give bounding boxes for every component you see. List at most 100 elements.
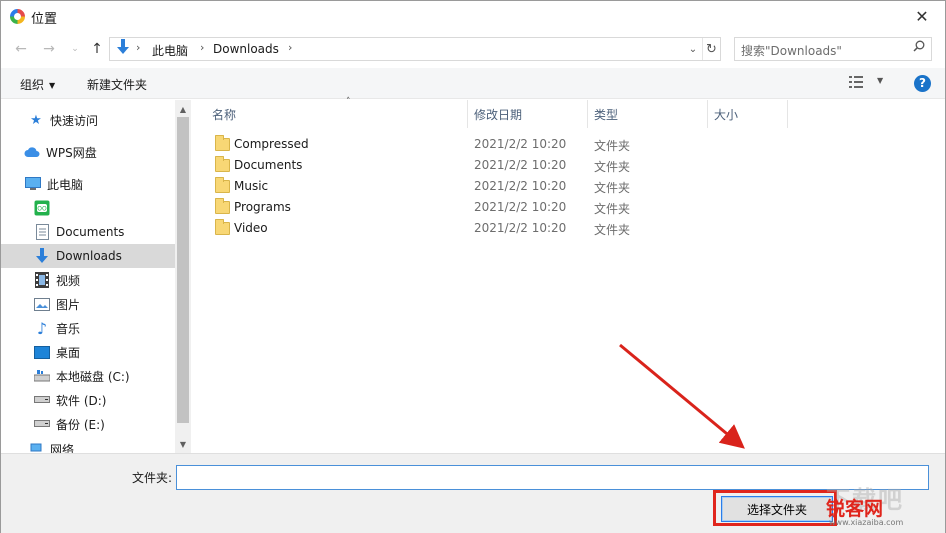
desktop-icon (34, 344, 50, 360)
breadcrumb-separator-icon[interactable]: › (288, 41, 292, 54)
file-type: 文件夹 (594, 223, 631, 237)
navigation-pane: ★ 快速访问 WPS网盘 此电脑 OO Documents Downloads … (1, 100, 191, 453)
sidebar-item-music[interactable]: ♪ 音乐 (1, 316, 175, 340)
file-type: 文件夹 (594, 181, 631, 195)
back-arrow-icon[interactable]: ← (11, 39, 31, 59)
sidebar-item-label: 快速访问 (50, 113, 99, 128)
watermark-brand: 锐客网 (826, 498, 884, 520)
sidebar-item-label: 图片 (56, 297, 81, 312)
sidebar-item-drive-c[interactable]: 本地磁盘 (C:) (1, 364, 175, 388)
sidebar-scrollbar[interactable]: ▲ ▼ (175, 100, 191, 453)
sort-ascending-icon: ˄ (346, 97, 351, 107)
sidebar-item-label: 此电脑 (47, 177, 84, 192)
sidebar-item-drive-e[interactable]: 备份 (E:) (1, 412, 175, 436)
breadcrumb-separator-icon[interactable]: › (136, 41, 140, 54)
sidebar-item-label: 软件 (D:) (56, 393, 107, 408)
sidebar-item-this-pc[interactable]: 此电脑 (1, 172, 175, 196)
column-header-name[interactable]: ˄ 名称 (206, 97, 468, 128)
table-row[interactable]: Compressed 2021/2/2 10:20 文件夹 (211, 134, 811, 155)
sidebar-item-label: Documents (56, 225, 125, 239)
caret-down-icon[interactable]: ▼ (877, 76, 883, 85)
sidebar-item-label: WPS网盘 (46, 145, 97, 160)
column-header-size[interactable]: 大小 (708, 100, 788, 128)
sidebar-item-documents[interactable]: Documents (1, 220, 175, 244)
recent-locations-chevron-icon[interactable]: ⌄ (65, 39, 85, 59)
title-bar: 位置 ✕ (1, 1, 945, 32)
close-button[interactable]: ✕ (899, 1, 945, 32)
column-header-label: 类型 (594, 107, 619, 122)
table-row[interactable]: Programs 2021/2/2 10:20 文件夹 (211, 197, 811, 218)
sidebar-item-downloads[interactable]: Downloads (1, 244, 175, 268)
app-green-icon: OO (34, 200, 50, 216)
file-list: ˄ 名称 修改日期 类型 大小 Compressed 2021/2/2 10:2… (191, 97, 945, 453)
table-row[interactable]: Video 2021/2/2 10:20 文件夹 (211, 218, 811, 239)
up-arrow-icon[interactable]: ↑ (87, 39, 107, 59)
file-type: 文件夹 (594, 160, 631, 174)
sidebar-item-app[interactable]: OO (1, 196, 175, 220)
bottom-panel: 文件夹: 选择文件夹 (1, 453, 945, 533)
sidebar-item-pictures[interactable]: 图片 (1, 292, 175, 316)
sidebar-item-label: 网络 (50, 442, 75, 454)
file-type: 文件夹 (594, 139, 631, 153)
folder-icon (215, 219, 230, 235)
new-folder-button[interactable]: 新建文件夹 (87, 76, 147, 93)
network-icon (28, 441, 44, 453)
folder-icon (215, 177, 230, 193)
app-logo-icon (10, 9, 25, 24)
address-bar[interactable]: › 此电脑 › Downloads › ⌄ ↻ (109, 37, 721, 61)
table-row[interactable]: Documents 2021/2/2 10:20 文件夹 (211, 155, 811, 176)
table-row[interactable]: Music 2021/2/2 10:20 文件夹 (211, 176, 811, 197)
breadcrumb-separator-icon[interactable]: › (200, 41, 204, 54)
drive-icon (34, 416, 50, 432)
column-header-label: 修改日期 (474, 107, 523, 122)
sidebar-item-videos[interactable]: 视频 (1, 268, 175, 292)
scroll-down-icon[interactable]: ▼ (175, 436, 191, 452)
sidebar-item-drive-d[interactable]: 软件 (D:) (1, 388, 175, 412)
sidebar-item-label: Downloads (56, 249, 122, 263)
column-header-label: 大小 (714, 107, 739, 122)
organize-menu-button[interactable]: 组织 ▼ (20, 76, 55, 93)
column-header-type[interactable]: 类型 (588, 100, 708, 128)
sidebar-item-label: 桌面 (56, 345, 81, 360)
select-folder-button[interactable]: 选择文件夹 (721, 496, 833, 522)
forward-arrow-icon[interactable]: → (39, 39, 59, 59)
download-icon (34, 248, 50, 264)
scrollbar-thumb[interactable] (177, 117, 189, 423)
breadcrumb-this-pc[interactable]: 此电脑 (152, 42, 188, 59)
sidebar-item-label: 视频 (56, 273, 81, 288)
sidebar-item-network[interactable]: 网络 (1, 441, 175, 453)
file-name: Music (234, 179, 269, 193)
sidebar-item-label: 备份 (E:) (56, 417, 105, 432)
file-name: Documents (234, 158, 303, 172)
svg-text:OO: OO (37, 206, 47, 213)
column-header-date[interactable]: 修改日期 (468, 100, 588, 128)
change-view-button[interactable]: ▼ (849, 75, 889, 93)
file-name: Programs (234, 200, 291, 214)
file-date: 2021/2/2 10:20 (474, 158, 567, 172)
folder-field-label: 文件夹: (132, 471, 173, 485)
organize-label: 组织 (20, 78, 45, 92)
address-history-dropdown-icon[interactable]: ⌄ (684, 38, 702, 60)
help-icon[interactable]: ? (914, 75, 931, 92)
star-icon: ★ (30, 112, 42, 128)
cloud-icon (24, 144, 40, 160)
sidebar-item-label: 本地磁盘 (C:) (56, 369, 130, 384)
sidebar-item-desktop[interactable]: 桌面 (1, 340, 175, 364)
folder-name-field[interactable] (176, 465, 929, 490)
sidebar-item-quick-access[interactable]: ★ 快速访问 (1, 108, 175, 132)
file-name: Compressed (234, 137, 309, 151)
drive-icon (34, 392, 50, 408)
search-icon[interactable] (913, 40, 925, 56)
file-date: 2021/2/2 10:20 (474, 221, 567, 235)
file-date: 2021/2/2 10:20 (474, 179, 567, 193)
pc-icon (25, 176, 41, 192)
file-type: 文件夹 (594, 202, 631, 216)
refresh-icon[interactable]: ↻ (702, 38, 720, 60)
file-date: 2021/2/2 10:20 (474, 137, 567, 151)
sidebar-item-label: 音乐 (56, 321, 81, 336)
search-placeholder: 搜索"Downloads" (741, 44, 842, 58)
breadcrumb-downloads[interactable]: Downloads (213, 42, 279, 56)
search-input[interactable]: 搜索"Downloads" (734, 37, 932, 61)
sidebar-item-wps-drive[interactable]: WPS网盘 (1, 140, 175, 164)
scroll-up-icon[interactable]: ▲ (175, 101, 191, 117)
